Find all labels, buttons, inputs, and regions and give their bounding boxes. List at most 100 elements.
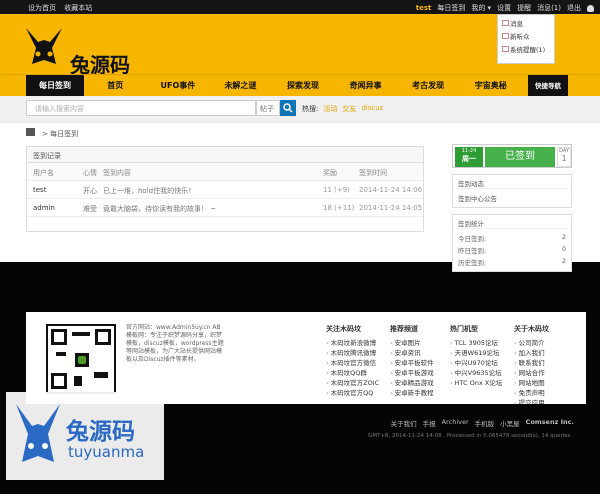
home-icon[interactable] (26, 128, 35, 136)
watermark-text-cn: 兔源码 (66, 419, 135, 445)
copyright-text: GMT+8, 2014-11-24 14:08 , Processed in 0… (368, 433, 574, 439)
stat-label: 昨日签到: (458, 247, 487, 255)
bottom-link[interactable]: Comsenz Inc. (526, 418, 574, 428)
table-header: 用户名 心情 签到内容 奖励 签到时间 (27, 163, 423, 181)
row-user[interactable]: test (33, 186, 46, 194)
footer-link[interactable]: 木码坟官方ZOIC (326, 378, 380, 388)
hot-keyword[interactable]: 活动 (323, 104, 337, 114)
footer-link[interactable]: 免责声明 (514, 388, 549, 398)
footer-link[interactable]: 木码坟腾讯微博 (326, 348, 379, 358)
hot-search: 热搜: 活动 交友 discuz (302, 104, 383, 114)
topbar-remind-link[interactable]: 提醒 (517, 3, 531, 13)
bottom-link[interactable]: 小黑屋 (500, 418, 520, 428)
rabbit-watermark-icon (16, 404, 60, 462)
footer-link[interactable]: 木码坟官方微信 (326, 358, 379, 368)
col-time: 签到时间 (359, 169, 387, 177)
qr-code-image (46, 324, 116, 394)
notification-dropdown: 消息 新听众 系统提醒(1) (497, 14, 555, 64)
breadcrumb: > 每日签到 (0, 122, 600, 142)
footer-link[interactable]: 网站地图 (514, 378, 549, 388)
footer-link[interactable]: 中兴U970论坛 (450, 358, 502, 368)
footer-col-about: 关于木码坟 公司简介 加入我们 联系我们 网站合作 网站地图 免责声明 提交应用 (514, 324, 549, 408)
footer-link[interactable]: 安卓平板游戏 (390, 368, 434, 378)
checkin-notice[interactable]: 签到中心公告 (453, 189, 571, 207)
bottom-link[interactable]: 手机版 (475, 418, 495, 428)
bottom-link[interactable]: Archiver (442, 418, 469, 428)
footer: 官方网站：www.Admin5uy.cn AB模板网：专注于织梦源码分享，织梦模… (26, 312, 586, 407)
search-type-select[interactable]: 帖子 (256, 100, 280, 116)
footer-link[interactable]: TCL 3905论坛 (450, 338, 502, 348)
footer-col-models: 热门机型 TCL 3905论坛 天语W619论坛 中兴U970论坛 中兴V963… (450, 324, 502, 388)
footer-col-channels: 推荐频道 安卓图片 安卓资讯 安卓平板软件 安卓平板游戏 安卓精品游戏 安卓新手… (390, 324, 434, 398)
footer-link[interactable]: 安卓图片 (390, 338, 434, 348)
calendar-icon: 11-24 周一 (455, 147, 483, 167)
nav-item-odd[interactable]: 奇闻异事 (334, 75, 397, 97)
search-input[interactable]: 请输入搜索内容 (26, 100, 256, 116)
bottom-link[interactable]: 手报 (423, 418, 436, 428)
checkin-stats-title: 签到统计 (453, 215, 571, 229)
footer-link[interactable]: 安卓资讯 (390, 348, 434, 358)
checkin-status-box: 11-24 周一 已签到 DAY 1 (452, 144, 572, 168)
footer-link[interactable]: 木码坟新浪微博 (326, 338, 379, 348)
notif-message-item[interactable]: 消息 (498, 15, 554, 28)
footer-link[interactable]: 天语W619论坛 (450, 348, 502, 358)
checkin-records-panel: 签到记录 用户名 心情 签到内容 奖励 签到时间 test 开心 已上一堆，ho… (26, 146, 424, 232)
stat-value: 2 (561, 257, 566, 265)
topbar-my-menu[interactable]: 我的 ▾ (471, 3, 491, 13)
set-homepage-link[interactable]: 设为首页 (28, 4, 56, 12)
user-icon[interactable] (587, 4, 594, 12)
footer-link[interactable]: 中兴V9635论坛 (450, 368, 502, 378)
notif-follower-item[interactable]: 新听众 (498, 28, 554, 41)
bookmark-link[interactable]: 收藏本站 (64, 4, 92, 12)
topbar-logout-link[interactable]: 退出 (567, 3, 581, 13)
footer-link[interactable]: HTC Onx X论坛 (450, 378, 503, 388)
footer-link[interactable]: 安卓新手教程 (390, 388, 434, 398)
footer-col-follow: 关注木码坟 木码坟新浪微博 木码坟腾讯微博 木码坟官方微信 木码坟QQ群 木码坟… (326, 324, 379, 398)
search-button[interactable] (280, 100, 296, 116)
rabbit-logo-icon (26, 28, 62, 64)
checkin-news-title: 签到动态 (453, 175, 571, 189)
stat-row: 历史签到: 2 (453, 256, 571, 268)
stat-value: 2 (561, 233, 566, 241)
nav-item-archaeology[interactable]: 考古发现 (397, 75, 460, 97)
breadcrumb-text[interactable]: > 每日签到 (42, 129, 78, 139)
row-content: 竟敢大脑袋，待你读有我的故事！ ~ (103, 205, 217, 213)
footer-link[interactable]: 联系我们 (514, 358, 549, 368)
footer-link[interactable]: 木码坟QQ群 (326, 368, 379, 378)
username-link[interactable]: test (416, 4, 432, 12)
footer-link[interactable]: 安卓平板软件 (390, 358, 434, 368)
nav-item-universe[interactable]: 宇宙奥秘 (459, 75, 522, 97)
hot-keyword[interactable]: 交友 (342, 104, 356, 114)
quick-nav-button[interactable]: 快捷导航 (528, 75, 569, 97)
footer-col-title: 关注木码坟 (326, 325, 361, 333)
col-user: 用户名 (33, 169, 54, 177)
search-bar: 请输入搜索内容 帖子 热搜: 活动 交友 discuz (0, 96, 600, 122)
bottom-link[interactable]: 关于我们 (391, 418, 417, 428)
nav-item-ufo[interactable]: UFO事件 (147, 75, 210, 97)
footer-link[interactable]: 网站合作 (514, 368, 549, 378)
footer-col-title: 推荐频道 (390, 325, 418, 333)
footer-link[interactable]: 安卓精品游戏 (390, 378, 434, 388)
footer-link[interactable]: 木码坟官方QQ (326, 388, 379, 398)
hot-keyword[interactable]: discuz (361, 104, 383, 114)
topbar-messages-link[interactable]: 消息(1) (537, 3, 561, 13)
nav-item-home[interactable]: 首页 (84, 75, 147, 97)
main-content: 签到记录 用户名 心情 签到内容 奖励 签到时间 test 开心 已上一堆，ho… (0, 142, 600, 272)
footer-link[interactable]: 公司简介 (514, 338, 549, 348)
topbar-settings-link[interactable]: 设置 (497, 3, 511, 13)
stat-label: 今日签到: (458, 235, 487, 243)
checkin-stats-box: 签到统计 今日签到: 2 昨日签到: 0 历史签到: 2 (452, 214, 572, 272)
nav-item-checkin[interactable]: 每日签到 (26, 75, 84, 97)
stat-value: 0 (561, 245, 566, 253)
hot-search-label: 热搜: (302, 105, 319, 113)
nav-item-mystery[interactable]: 未解之谜 (209, 75, 272, 97)
checked-in-button[interactable]: 已签到 (485, 147, 555, 167)
row-reward: 18 (+11) (323, 204, 355, 212)
nav-item-explore[interactable]: 探索发现 (272, 75, 335, 97)
notif-system-item[interactable]: 系统提醒(1) (498, 41, 554, 54)
row-reward: 11 (+9) (323, 186, 350, 194)
footer-link[interactable]: 加入我们 (514, 348, 549, 358)
row-time: 2014-11-24 14:05 (359, 204, 423, 212)
topbar-checkin-link[interactable]: 每日签到 (437, 3, 465, 13)
row-user[interactable]: admin (33, 204, 55, 212)
